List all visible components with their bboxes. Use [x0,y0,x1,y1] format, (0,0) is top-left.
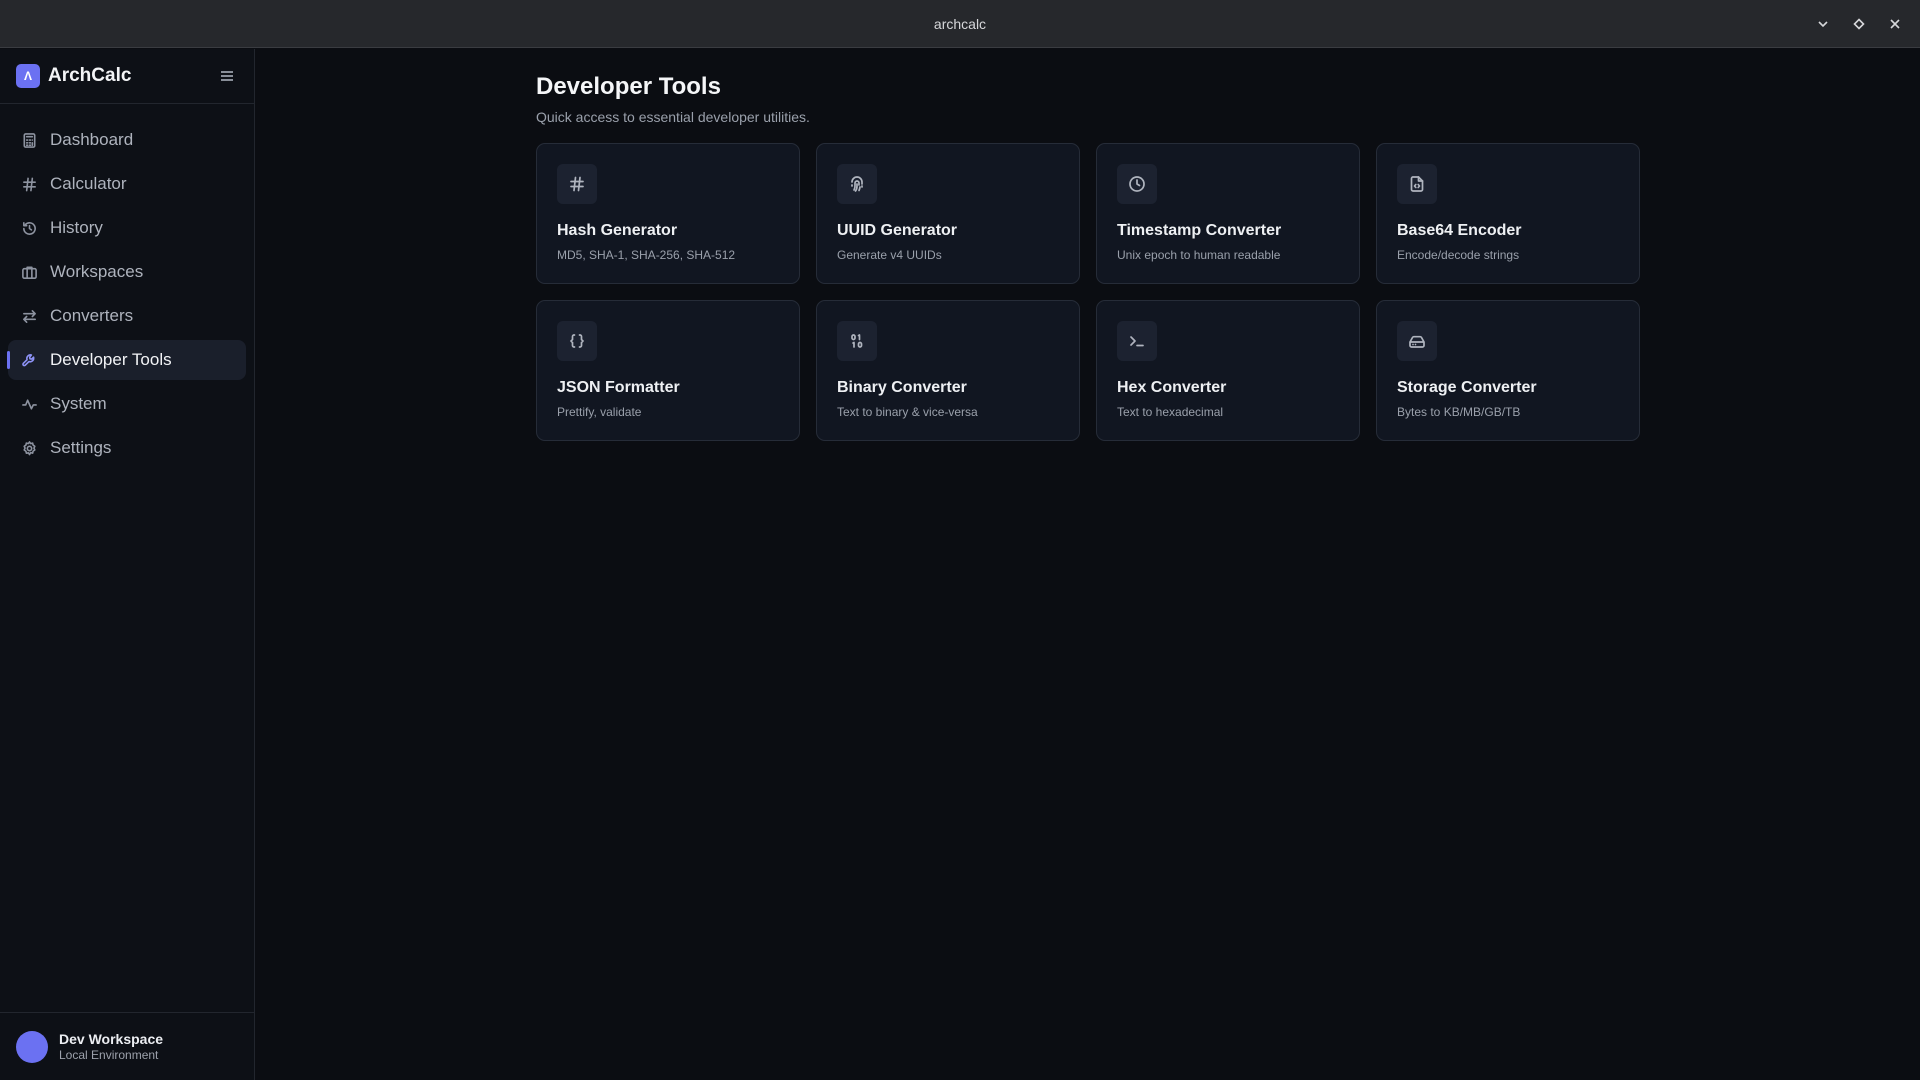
avatar [16,1030,48,1063]
close-button[interactable] [1880,9,1910,39]
sidebar-item-label: Dashboard [50,130,134,149]
sidebar-item-label: Developer Tools [50,350,172,369]
tool-description: Bytes to KB/MB/GB/TB [1397,405,1521,419]
calculator-icon [20,131,38,149]
workspace-name: Dev Workspace [59,1030,164,1047]
tool-card-base64-encoder[interactable]: Base64 Encoder Encode/decode strings [1376,143,1640,284]
braces-icon [557,321,597,361]
tool-name: Hex Converter [1117,379,1227,396]
history-icon [20,219,38,237]
window-titlebar: archcalc [0,0,1920,48]
tool-card-timestamp-converter[interactable]: Timestamp Converter Unix epoch to human … [1096,143,1360,284]
tool-description: Prettify, validate [557,405,642,419]
window-controls [1808,0,1910,48]
app-logo: Λ [16,64,40,88]
wrench-icon [20,351,38,369]
app-name: ArchCalc [48,65,132,86]
tool-card-storage-converter[interactable]: Storage Converter Bytes to KB/MB/GB/TB [1376,300,1640,441]
tool-name: Binary Converter [837,379,967,396]
sidebar-item-calculator[interactable]: Calculator [8,164,246,204]
sidebar-item-developer-tools[interactable]: Developer Tools [7,340,246,380]
hash-icon [557,164,597,204]
hard-drive-icon [1397,321,1437,361]
tool-description: Text to hexadecimal [1117,405,1224,419]
terminal-icon [1117,321,1157,361]
briefcase-icon [20,263,38,281]
minimize-button[interactable] [1808,9,1838,39]
tool-description: Encode/decode strings [1397,248,1520,262]
tools-grid: Hash Generator MD5, SHA-1, SHA-256, SHA-… [536,143,1640,441]
chevron-down-icon [1818,21,1828,28]
sidebar-item-workspaces[interactable]: Workspaces [8,252,246,292]
sidebar-item-system[interactable]: System [8,384,246,424]
gear-icon [20,439,38,457]
tool-card-hex-converter[interactable]: Hex Converter Text to hexadecimal [1096,300,1360,441]
tool-name: Base64 Encoder [1397,222,1522,239]
sidebar-item-label: Settings [50,438,112,457]
tool-name: UUID Generator [837,222,958,239]
binary-icon [837,321,877,361]
sidebar-item-settings[interactable]: Settings [8,428,246,468]
tool-name: Timestamp Converter [1117,222,1282,239]
page-subtitle: Quick access to essential developer util… [536,109,810,125]
maximize-button[interactable] [1844,9,1874,39]
tool-name: Storage Converter [1397,379,1537,396]
tool-card-binary-converter[interactable]: Binary Converter Text to binary & vice-v… [816,300,1080,441]
tool-description: Text to binary & vice-versa [837,405,978,419]
activity-icon [20,395,38,413]
tool-description: Unix epoch to human readable [1117,248,1281,262]
tool-card-json-formatter[interactable]: JSON Formatter Prettify, validate [536,300,800,441]
sidebar-item-label: System [50,394,107,413]
sidebar-item-label: Calculator [50,174,127,193]
fingerprint-icon [837,164,877,204]
sidebar-nav: Dashboard Calculator History Workspaces … [0,104,254,468]
arrows-exchange-icon [20,307,38,325]
sidebar-toggle-button[interactable] [216,65,238,87]
hash-icon [20,175,38,193]
diamond-icon [1853,18,1865,30]
workspace-meta: Dev Workspace Local Environment [59,1031,163,1062]
sidebar-item-label: Workspaces [50,262,144,281]
tool-description: Generate v4 UUIDs [837,248,942,262]
clock-icon [1117,164,1157,204]
sidebar-item-history[interactable]: History [8,208,246,248]
menu-icon [221,71,233,81]
workspace-subtitle: Local Environment [59,1047,159,1062]
page-title: Developer Tools [536,73,721,100]
window-title: archcalc [933,15,987,32]
sidebar-item-dashboard[interactable]: Dashboard [8,120,246,160]
close-icon [1890,19,1900,29]
workspace-profile[interactable]: Dev Workspace Local Environment [0,1012,254,1080]
tool-name: JSON Formatter [557,379,680,396]
tool-card-hash-generator[interactable]: Hash Generator MD5, SHA-1, SHA-256, SHA-… [536,143,800,284]
sidebar-item-converters[interactable]: Converters [8,296,246,336]
tool-description: MD5, SHA-1, SHA-256, SHA-512 [557,248,736,262]
file-code-icon [1397,164,1437,204]
sidebar-item-label: Converters [50,306,134,325]
brand-header: Λ ArchCalc [0,49,254,104]
sidebar-item-label: History [50,218,103,237]
sidebar: Λ ArchCalc Dashboard Calculator History [0,49,255,1080]
tool-name: Hash Generator [557,222,678,239]
tool-card-uuid-generator[interactable]: UUID Generator Generate v4 UUIDs [816,143,1080,284]
